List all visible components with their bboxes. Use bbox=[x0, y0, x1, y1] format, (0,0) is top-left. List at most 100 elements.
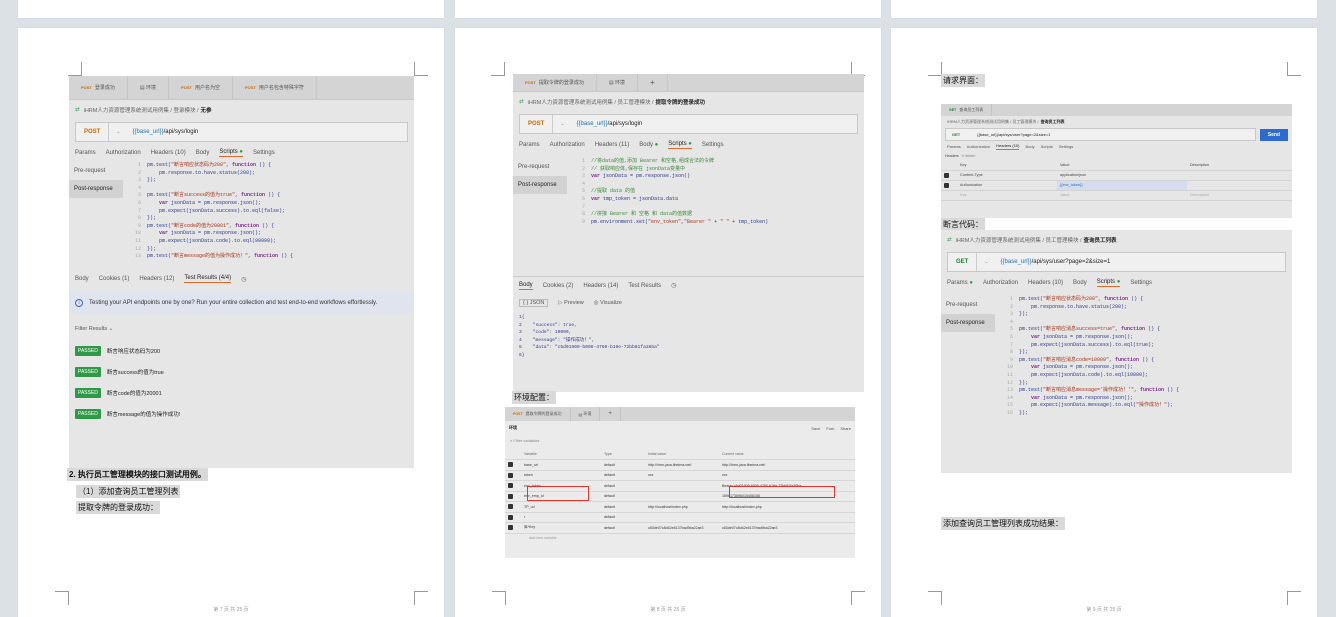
method-select[interactable]: POST bbox=[76, 123, 110, 141]
table-cell[interactable]: token bbox=[521, 470, 601, 481]
code-block[interactable]: 1 pm.test("断言响应状态码为200", function () {2 p… bbox=[123, 162, 414, 268]
checkbox[interactable] bbox=[508, 504, 513, 510]
share-button[interactable]: Share bbox=[840, 426, 851, 431]
checkbox[interactable] bbox=[508, 493, 513, 499]
table-row[interactable]: base_url default http://ihrm-java.itheima.… bbox=[505, 459, 855, 471]
url-bar[interactable]: POST ⌄ {{base_url}}/api/sys/login bbox=[519, 114, 858, 134]
tab-headers[interactable]: Headers (12) bbox=[139, 276, 174, 282]
table-cell[interactable] bbox=[645, 491, 719, 502]
checkbox[interactable] bbox=[508, 525, 513, 531]
pre-request-item[interactable]: Pre-request bbox=[69, 162, 123, 180]
tab-scripts[interactable]: Scripts ● bbox=[668, 141, 692, 149]
tab-body[interactable]: Body bbox=[196, 150, 210, 156]
tab-params[interactable]: Params bbox=[519, 142, 540, 148]
save-button[interactable]: Save bbox=[811, 426, 820, 431]
post-response-item[interactable]: Post-response bbox=[513, 176, 567, 194]
tab-headers[interactable]: Headers (10) bbox=[151, 150, 186, 156]
checkbox[interactable] bbox=[508, 483, 513, 489]
table-cell[interactable]: default bbox=[601, 480, 645, 492]
post-response-item[interactable]: Post-response bbox=[69, 180, 123, 198]
tab-headers[interactable]: Headers (10) bbox=[1028, 280, 1063, 286]
table-row[interactable]: 库*Key default c83de07c8d42e8137bad9ba22ae3… bbox=[505, 522, 855, 534]
visualize-button[interactable]: ◎ Visualize bbox=[594, 300, 622, 306]
table-cell[interactable]: c83de07c8d42e8137bad9ba22ae3 bbox=[719, 522, 855, 534]
tab-params[interactable]: Params bbox=[947, 144, 961, 149]
table-cell[interactable]: default bbox=[601, 491, 645, 502]
url-input[interactable]: {{base_url}}/api/sys/login bbox=[569, 121, 643, 127]
tab-headers[interactable]: Headers (14) bbox=[583, 283, 618, 289]
table-cell[interactable]: xxx bbox=[645, 470, 719, 481]
table-cell[interactable]: default bbox=[601, 470, 645, 481]
table-row[interactable]: TP_url default http://localhost/index.php h… bbox=[505, 501, 855, 513]
table-cell[interactable] bbox=[645, 480, 719, 492]
tab-authorization[interactable]: Authorization bbox=[550, 142, 585, 148]
request-tab[interactable]: ▤ 环境 bbox=[571, 407, 601, 421]
table-cell[interactable]: default bbox=[601, 522, 645, 534]
tab-body[interactable]: Body bbox=[519, 282, 533, 290]
url-bar[interactable]: GET ⌄ {{base_url}}/api/sys/user?page=2&s… bbox=[947, 252, 1286, 272]
table-cell[interactable]: http://localhost/index.php bbox=[719, 501, 855, 513]
url-bar[interactable]: POST ⌄ {{base_url}}/api/sys/login bbox=[75, 122, 408, 142]
filter-variables-input[interactable]: ⌕ Filter variables bbox=[505, 435, 855, 449]
send-button[interactable]: Send bbox=[1259, 128, 1288, 141]
table-cell[interactable]: base_url bbox=[521, 459, 601, 471]
tab-authorization[interactable]: Authorization bbox=[983, 280, 1018, 286]
request-tab[interactable]: POST 用户名为空 bbox=[169, 76, 233, 99]
table-cell[interactable]: default bbox=[601, 501, 645, 513]
table-cell[interactable] bbox=[719, 512, 855, 523]
method-select[interactable]: POST bbox=[520, 115, 554, 133]
code-block[interactable]: 1 //将data的值,添加 Bearer 和空格,组成合法的令牌 2 // 获取响应… bbox=[567, 158, 864, 272]
table-row[interactable]: Content-Type application/json bbox=[941, 170, 1292, 181]
request-tab[interactable]: POST 提取令牌的登录成功 bbox=[505, 407, 571, 421]
table-cell[interactable]: default bbox=[601, 459, 645, 471]
tab-authorization[interactable]: Authorization bbox=[967, 144, 990, 149]
fork-button[interactable]: Fork bbox=[826, 426, 834, 431]
response-body[interactable]: 1{2 "success": true, 3 "code": 10000, 4 "m… bbox=[513, 312, 864, 361]
tab-headers[interactable]: Headers (10) bbox=[996, 143, 1020, 150]
tab-settings[interactable]: Settings bbox=[1059, 144, 1073, 149]
tab-settings[interactable]: Settings bbox=[702, 142, 724, 148]
filter-results[interactable]: Filter Results ⌄ bbox=[69, 318, 414, 340]
request-tab[interactable]: POST 登录成功 bbox=[69, 76, 128, 99]
table-cell[interactable]: 库*Key bbox=[521, 522, 601, 534]
checkbox[interactable] bbox=[944, 172, 949, 178]
checkbox[interactable] bbox=[508, 472, 513, 478]
table-cell[interactable]: http://ihrm-java.itheima.net/ bbox=[719, 459, 855, 471]
code-block[interactable]: 1 pm.test("断言响应状态码为200", function () {2 p… bbox=[995, 296, 1292, 418]
table-row[interactable]: r default bbox=[505, 512, 855, 523]
tab-cookies[interactable]: Cookies (2) bbox=[543, 283, 574, 289]
request-tab[interactable]: ▤ 环境 bbox=[597, 74, 639, 91]
tab-cookies[interactable]: Cookies (1) bbox=[99, 276, 130, 282]
table-cell[interactable]: xxx bbox=[719, 470, 855, 481]
checkbox[interactable] bbox=[508, 514, 513, 520]
history-icon[interactable]: ◷ bbox=[241, 276, 246, 283]
request-tab[interactable]: POST 提取令牌的登录成功 bbox=[513, 74, 597, 91]
tab-settings[interactable]: Settings bbox=[253, 150, 275, 156]
tab-scripts[interactable]: Scripts ● bbox=[1096, 279, 1121, 287]
preview-button[interactable]: ▷ Preview bbox=[558, 300, 583, 306]
request-tab[interactable]: POST 用户名包含特殊字符 bbox=[233, 76, 317, 99]
table-cell[interactable]: TP_url bbox=[521, 501, 601, 513]
table-cell[interactable]: c83de07c8d42e8137bad9ba22ae3 bbox=[645, 522, 719, 534]
tab-test-results[interactable]: Test Results (4/4) bbox=[184, 275, 232, 283]
tab-body[interactable]: Body ● bbox=[639, 142, 658, 148]
tab-scripts[interactable]: Scripts bbox=[1041, 144, 1053, 149]
tab-body[interactable]: Body bbox=[1025, 144, 1034, 149]
request-tab[interactable]: GET 查询员工列表 bbox=[941, 104, 993, 116]
table-cell[interactable]: http://ihrm-java.itheima.net/ bbox=[645, 459, 719, 471]
new-tab-button[interactable]: + bbox=[638, 74, 668, 91]
method-select[interactable]: GET bbox=[948, 253, 978, 271]
format-select[interactable]: { } JSON bbox=[519, 299, 549, 307]
tab-headers[interactable]: Headers (11) bbox=[595, 142, 630, 148]
tab-body[interactable]: Body bbox=[1073, 280, 1087, 286]
tab-params[interactable]: Params ● bbox=[947, 280, 973, 286]
url-input[interactable]: {{base_url}}/api/sys/user?page=2&size=1 bbox=[993, 259, 1111, 265]
url-input[interactable]: {{base_url}}/api/sys/login bbox=[125, 129, 199, 135]
tab-params[interactable]: Params bbox=[75, 150, 96, 156]
tab-settings[interactable]: Settings bbox=[1130, 280, 1152, 286]
checkbox[interactable] bbox=[508, 462, 513, 468]
checkbox[interactable] bbox=[944, 182, 949, 188]
table-cell[interactable]: http://localhost/index.php bbox=[645, 501, 719, 513]
pre-request-item[interactable]: Pre-request bbox=[941, 296, 995, 314]
new-tab-button[interactable]: + bbox=[600, 407, 621, 421]
